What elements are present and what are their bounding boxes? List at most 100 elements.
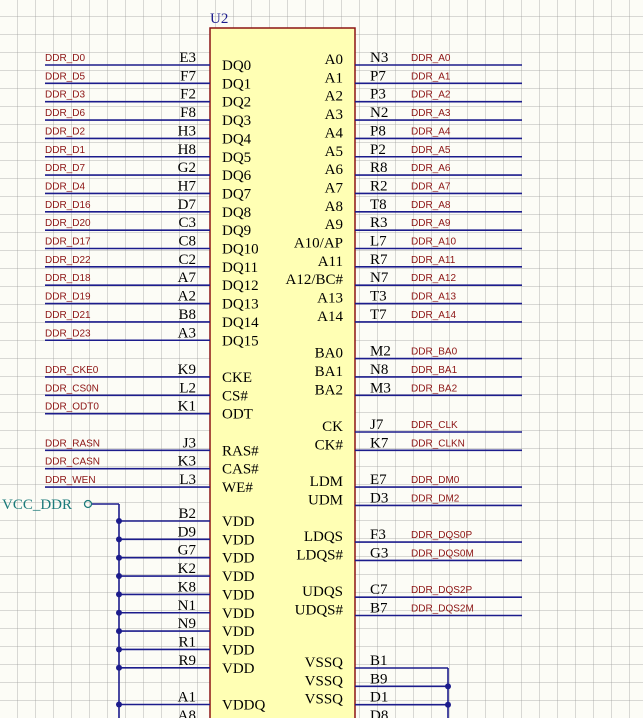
- net-label: DDR_D0: [45, 53, 85, 64]
- pin-name: BA0: [315, 346, 343, 362]
- pin-number: D9: [178, 524, 196, 540]
- pin-number: G7: [178, 543, 197, 559]
- pin-number: E3: [179, 50, 196, 66]
- net-label: DDR_D7: [45, 163, 85, 174]
- power-pin-a8[interactable]: A8: [116, 708, 210, 718]
- net-label: DDR_DQS2M: [411, 604, 474, 615]
- pin-name: UDQS#: [295, 603, 344, 619]
- power-port-vcc-ddr[interactable]: VCC_DDR: [2, 497, 120, 718]
- ground-pin-d1[interactable]: D1 VSSQ: [305, 690, 451, 708]
- pin-number: F8: [180, 105, 196, 121]
- pin-number: L7: [370, 234, 387, 250]
- pin-number: D7: [178, 197, 197, 213]
- pin-number: A2: [178, 289, 196, 305]
- pin-number: N2: [370, 105, 388, 121]
- pin-name: A9: [325, 217, 343, 233]
- pin-name: A10/AP: [294, 236, 343, 252]
- net-label: DDR_D23: [45, 328, 91, 339]
- net-label: DDR_DM0: [411, 475, 460, 486]
- right-pin-ldqs[interactable]: DDR_DQS0P F3 LDQS: [304, 527, 522, 545]
- right-pin-ldm[interactable]: DDR_DM0 E7 LDM: [310, 472, 522, 490]
- pin-name: DQ6: [222, 168, 252, 184]
- pin-name: A4: [325, 125, 344, 141]
- net-label: DDR_A12: [411, 273, 456, 284]
- right-pin-udqs-[interactable]: DDR_DQS2M B7 UDQS#: [295, 601, 522, 619]
- pin-number: H3: [178, 123, 196, 139]
- net-label: DDR_D21: [45, 310, 91, 321]
- pin-number: A3: [178, 325, 196, 341]
- pin-name: UDM: [308, 492, 343, 508]
- pin-number: P7: [370, 68, 386, 84]
- pin-number: N3: [370, 50, 388, 66]
- net-label: DDR_A5: [411, 145, 451, 156]
- net-label: DDR_CKE0: [45, 365, 99, 376]
- pin-name: A13: [317, 291, 343, 307]
- pin-name: LDQS: [304, 529, 343, 545]
- pin-number: E7: [370, 472, 387, 488]
- ground-pin-d8[interactable]: D8: [355, 708, 451, 718]
- pin-name: CS#: [222, 388, 248, 404]
- pin-number: H7: [178, 178, 197, 194]
- pin-name: RAS#: [222, 443, 259, 459]
- pin-name: CK#: [315, 437, 344, 453]
- pin-number: A1: [178, 690, 196, 706]
- pin-name: A3: [325, 107, 343, 123]
- net-label: DDR_CASN: [45, 457, 100, 468]
- right-pin-a10-ap[interactable]: DDR_A10 L7 A10/AP: [294, 234, 522, 252]
- net-label: DDR_D5: [45, 71, 85, 82]
- pin-name: VDD: [222, 551, 255, 567]
- net-label: DDR_CLKN: [411, 438, 465, 449]
- net-label: DDR_A0: [411, 53, 451, 64]
- pin-name: A5: [325, 144, 343, 160]
- pin-number: G2: [178, 160, 196, 176]
- net-label: DDR_DQS2P: [411, 585, 472, 596]
- pin-number: N8: [370, 362, 388, 378]
- net-label: DDR_A6: [411, 163, 451, 174]
- right-pin-udqs[interactable]: DDR_DQS2P C7 UDQS: [302, 582, 522, 600]
- pin-name: A0: [325, 52, 343, 68]
- net-label: DDR_BA0: [411, 347, 458, 358]
- pin-number: P8: [370, 123, 386, 139]
- net-label: DDR_A8: [411, 200, 451, 211]
- net-label: DDR_A1: [411, 71, 451, 82]
- pin-number: T7: [370, 307, 387, 323]
- net-label: DDR_A9: [411, 218, 451, 229]
- pin-number: K1: [178, 399, 196, 415]
- pin-name: CAS#: [222, 462, 259, 478]
- pin-name: VSSQ: [305, 692, 344, 708]
- net-label: DDR_D19: [45, 292, 91, 303]
- net-label: DDR_D2: [45, 126, 85, 137]
- pin-number: B1: [370, 653, 388, 669]
- pin-name: VDDQ: [222, 698, 265, 714]
- pin-name: WE#: [222, 480, 253, 496]
- net-label: DDR_BA2: [411, 383, 458, 394]
- right-pin-udm[interactable]: DDR_DM2 D3 UDM: [308, 490, 522, 508]
- pin-number: L2: [179, 380, 196, 396]
- ground-pin-b9[interactable]: B9 VSSQ: [305, 671, 451, 690]
- net-label: DDR_D1: [45, 145, 85, 156]
- pin-number: C2: [178, 252, 196, 268]
- pin-number: R8: [370, 160, 388, 176]
- right-pin-a12-bc-[interactable]: DDR_A12 N7 A12/BC#: [285, 270, 522, 288]
- pin-number: D1: [370, 690, 388, 706]
- net-label: DDR_WEN: [45, 475, 96, 486]
- pin-name: BA2: [315, 382, 343, 398]
- pin-name: DQ4: [222, 131, 252, 147]
- pin-number: K9: [178, 362, 196, 378]
- net-label: DDR_A2: [411, 90, 451, 101]
- net-label: DDR_D16: [45, 200, 91, 211]
- pin-number: A8: [178, 708, 196, 718]
- net-label: DDR_A7: [411, 181, 451, 192]
- right-pin-ldqs-[interactable]: DDR_DQS0M G3 LDQS#: [296, 545, 522, 563]
- pin-name: UDQS: [302, 584, 343, 600]
- pin-name: DQ15: [222, 333, 259, 349]
- schematic-canvas: U2 DDR_D0 E3 DQ0 DDR_D5 F7 DQ1 DDR_D3 F2 DQ2 DDR_…: [2, 11, 522, 718]
- pin-number: D8: [370, 708, 388, 718]
- pin-name: A7: [325, 180, 344, 196]
- net-label: DDR_CLK: [411, 420, 458, 431]
- net-label: DDR_BA1: [411, 365, 458, 376]
- ground-pin-b1[interactable]: B1 VSSQ: [305, 653, 448, 671]
- pin-name: VDD: [222, 661, 255, 677]
- pin-name: VDD: [222, 569, 255, 585]
- net-label: DDR_A11: [411, 255, 456, 266]
